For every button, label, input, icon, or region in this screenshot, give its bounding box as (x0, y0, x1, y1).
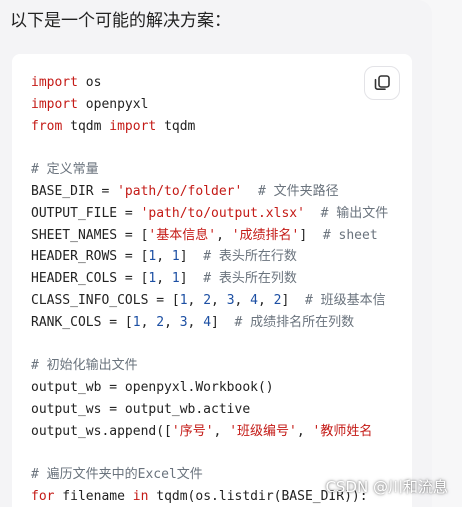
code-token: # 文件夹路径 (257, 183, 339, 199)
code-token: 1 (132, 314, 141, 330)
code-token: , (164, 314, 180, 330)
code-token: in (132, 489, 149, 505)
message-intro: 以下是一个可能的解决方案： (10, 11, 231, 31)
chat-view: 以下是一个可能的解决方案： import os import openpyxl fr… (0, 0, 462, 507)
code-token: import (31, 96, 78, 112)
watermark: CSDN @川和流息 (325, 478, 448, 496)
code-line: output_ws = output_wb.active (31, 399, 388, 421)
code-line: import os (31, 72, 388, 94)
code-token: 4 (250, 292, 258, 308)
code-token: HEADER_COLS = [ (31, 271, 149, 287)
code-token: 3 (226, 292, 235, 308)
code-line: RANK_COLS = [1, 2, 3, 4] # 成绩排名所在列数 (31, 312, 388, 334)
code-token: openpyxl (77, 96, 149, 112)
code-token: 'path/to/output.xlsx' (140, 205, 305, 221)
code-token: import (109, 118, 157, 134)
code-token: ] (281, 292, 305, 308)
code-token: for (31, 489, 55, 505)
code-token: # 成绩排名所在列数 (234, 314, 355, 330)
code-token: , (187, 314, 204, 330)
code-token: ] (179, 271, 204, 287)
code-line: SHEET_NAMES = ['基本信息', '成绩排名'] # sheet (31, 225, 388, 247)
code-token: 1 (171, 271, 180, 287)
code-token: # 表头所在列数 (203, 271, 297, 287)
code-token: ] (211, 314, 235, 330)
code-token: 1 (179, 292, 188, 308)
code-token: tqdm (156, 118, 196, 134)
code-token: os (77, 75, 102, 90)
code-token: '序号' (171, 423, 214, 439)
code-token: ] (299, 227, 323, 243)
code-token: tqdm (62, 118, 110, 134)
code-token: RANK_COLS = [ (31, 314, 133, 330)
code-line: output_ws.append(['序号', '班级编号', '教师姓名 (31, 421, 388, 443)
code-token: , (211, 292, 227, 308)
code-token: ] (179, 249, 204, 265)
code-token: 4 (203, 314, 212, 330)
code-token: from (31, 118, 63, 134)
code-token: , (213, 423, 230, 439)
code-block: import os import openpyxl from tqdm import… (12, 54, 412, 507)
code-line: output_wb = openpyxl.Workbook() (31, 377, 388, 399)
code-token: , (216, 227, 232, 243)
code-token: # 定义常量 (31, 162, 99, 178)
code-token: filename (54, 489, 133, 505)
code-line: CLASS_INFO_COLS = [1, 2, 3, 4, 2] # 班级基本… (31, 290, 388, 312)
code-token: 3 (179, 314, 188, 330)
code-token: HEADER_ROWS = [ (31, 249, 149, 265)
code-token: 2 (156, 314, 165, 330)
code-token: SHEET_NAMES = [ (31, 227, 149, 243)
assistant-message: 以下是一个可能的解决方案： import os import openpyxl fr… (0, 0, 432, 507)
code-token: # 表头所在行数 (203, 249, 297, 265)
code-token: , (156, 249, 172, 265)
code-line: # 初始化输出文件 (31, 355, 388, 377)
code-line: import openpyxl (31, 94, 388, 116)
code-token: , (258, 292, 274, 308)
copy-icon (373, 74, 391, 92)
code-token: CLASS_INFO_COLS = [ (31, 292, 180, 308)
code-content: import os import openpyxl from tqdm import… (31, 72, 388, 507)
code-line: HEADER_ROWS = [1, 1] # 表头所在行数 (31, 246, 388, 268)
copy-code-button[interactable] (364, 66, 400, 100)
code-token: , (140, 314, 157, 330)
code-token: '班级编号' (229, 423, 297, 439)
code-line: # 定义常量 (31, 159, 388, 181)
code-token: import (31, 75, 78, 90)
code-token: 2 (203, 292, 212, 308)
code-token: , (296, 423, 313, 439)
code-line: from tqdm import tqdm (31, 116, 388, 138)
code-token: output_ws = output_wb.active (31, 401, 251, 417)
code-line: OUTPUT_FILE = 'path/to/output.xlsx' # 输出… (31, 203, 388, 225)
code-token: OUTPUT_FILE = (31, 205, 141, 221)
code-token: '成绩排名' (231, 227, 300, 243)
code-token: 1 (171, 249, 180, 265)
code-token: # 遍历文件夹中的Excel文件 (31, 467, 203, 483)
code-token: , (187, 292, 204, 308)
code-token: '基本信息' (148, 227, 217, 243)
code-token: # 初始化输出文件 (31, 358, 138, 374)
code-line: HEADER_COLS = [1, 1] # 表头所在列数 (31, 268, 388, 290)
code-token: '教师姓名 (312, 423, 373, 439)
code-token: BASE_DIR = (31, 183, 118, 199)
code-token: # sheet (322, 227, 378, 243)
code-token: output_ws.append([ (31, 423, 172, 439)
code-token: # 班级基本信 (304, 292, 386, 308)
code-token: # 输出文件 (320, 205, 389, 221)
code-token: , (234, 292, 251, 308)
code-token: output_wb = openpyxl.Workbook() (31, 380, 274, 396)
code-line: BASE_DIR = 'path/to/folder' # 文件夹路径 (31, 181, 388, 203)
code-token: , (156, 271, 172, 287)
code-token: 'path/to/folder' (117, 183, 243, 199)
